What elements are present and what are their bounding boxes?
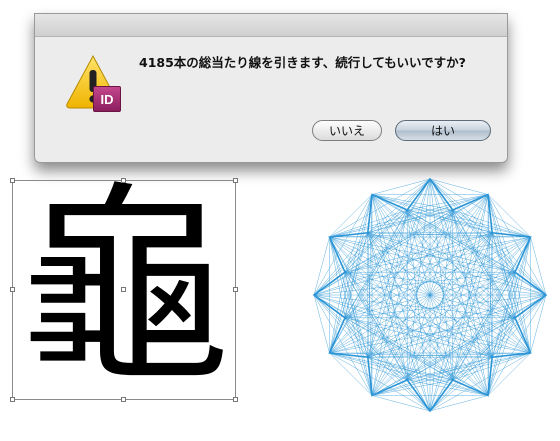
dialog-titlebar[interactable] <box>35 14 507 37</box>
star-line <box>367 232 516 273</box>
handle-center[interactable] <box>121 287 126 292</box>
star-line-graphic <box>312 177 548 413</box>
handle-top-center[interactable] <box>121 178 126 183</box>
dialog-message: 4185本の総当たり線を引きます、続行してもいいですか? <box>139 55 466 70</box>
star-line <box>344 209 408 318</box>
star-line <box>313 294 408 381</box>
star-line <box>344 178 431 273</box>
selection-frame[interactable] <box>10 178 238 402</box>
star-line <box>367 209 408 358</box>
handle-top-right[interactable] <box>233 178 238 183</box>
handle-bottom-right[interactable] <box>233 397 238 402</box>
star-lines <box>313 178 547 412</box>
handle-middle-left[interactable] <box>10 287 15 292</box>
star-line <box>452 209 547 296</box>
indesign-app-badge: ID <box>93 86 121 112</box>
handle-top-left[interactable] <box>10 178 15 183</box>
handle-bottom-center[interactable] <box>121 397 126 402</box>
handle-middle-right[interactable] <box>233 287 238 292</box>
star-line <box>329 194 373 238</box>
confirm-dialog: ID 4185本の総当たり線を引きます、続行してもいいですか? いいえ はい <box>34 13 508 163</box>
star-line <box>487 194 531 238</box>
star-line <box>487 352 531 396</box>
star-line <box>367 232 408 381</box>
star-line <box>344 317 493 358</box>
star-line <box>452 294 547 381</box>
star-line <box>429 317 516 412</box>
cancel-button[interactable]: いいえ <box>312 120 382 141</box>
star-line <box>407 209 516 273</box>
indesign-badge-label: ID <box>100 92 114 107</box>
star-line <box>329 352 373 396</box>
warning-icon: ID <box>63 52 123 114</box>
ok-button[interactable]: はい <box>395 120 491 141</box>
star-line <box>313 209 408 296</box>
star-line <box>429 178 516 273</box>
handle-bottom-left[interactable] <box>10 397 15 402</box>
star-line <box>344 317 431 412</box>
